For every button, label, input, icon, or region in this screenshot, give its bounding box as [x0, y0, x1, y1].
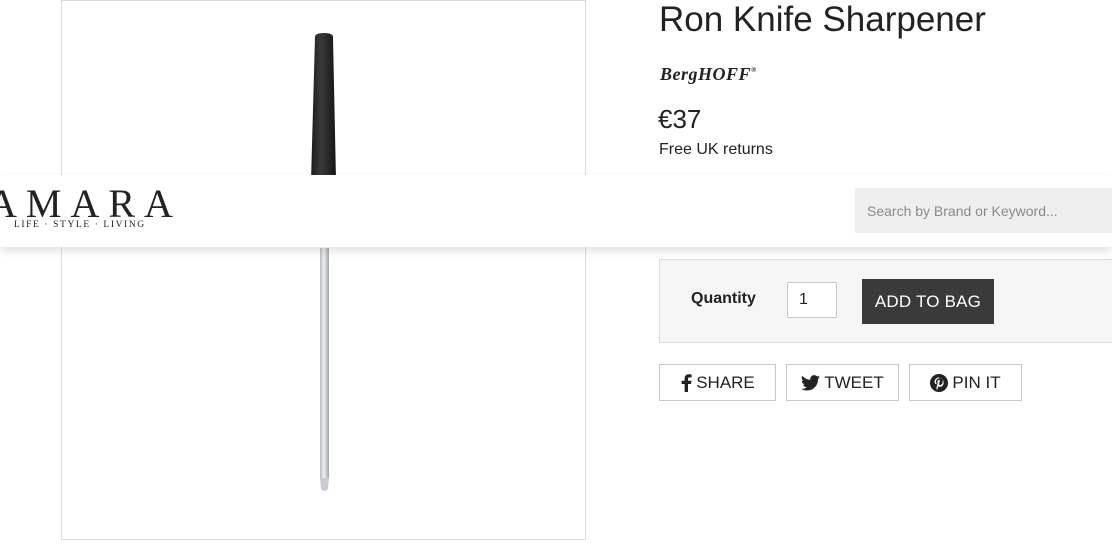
product-page: Ron Knife Sharpener BergHOFF® €37 Free U…: [0, 0, 1112, 544]
twitter-icon: [801, 374, 821, 391]
tweet-label: TWEET: [824, 372, 884, 392]
add-to-bag-panel: Quantity ADD TO BAG: [659, 259, 1112, 343]
product-image[interactable]: [61, 0, 586, 540]
pinterest-pin-button[interactable]: PIN IT: [909, 364, 1022, 401]
share-label: SHARE: [696, 372, 755, 392]
twitter-tweet-button[interactable]: TWEET: [786, 364, 899, 401]
sticky-header: AMARA LIFE · STYLE · LIVING: [0, 175, 1112, 247]
returns-info: Free UK returns: [659, 141, 773, 158]
brand-logo[interactable]: BergHOFF®: [660, 64, 757, 85]
registered-mark: ®: [751, 66, 757, 74]
amara-logo[interactable]: AMARA: [0, 184, 182, 224]
facebook-share-button[interactable]: SHARE: [659, 364, 776, 401]
pinterest-icon: [930, 373, 949, 392]
product-price: €37: [658, 104, 702, 134]
quantity-label: Quantity: [691, 290, 756, 307]
brand-name: BergHOFF: [660, 64, 752, 84]
quantity-input[interactable]: [787, 282, 837, 318]
knife-sharpener-illustration: [311, 33, 336, 491]
add-to-bag-button[interactable]: ADD TO BAG: [862, 279, 994, 324]
product-title: Ron Knife Sharpener: [659, 0, 986, 39]
logo-tagline: LIFE · STYLE · LIVING: [14, 220, 146, 230]
pin-label: PIN IT: [952, 372, 1001, 392]
search-input[interactable]: [855, 188, 1112, 233]
facebook-icon: [680, 373, 692, 392]
